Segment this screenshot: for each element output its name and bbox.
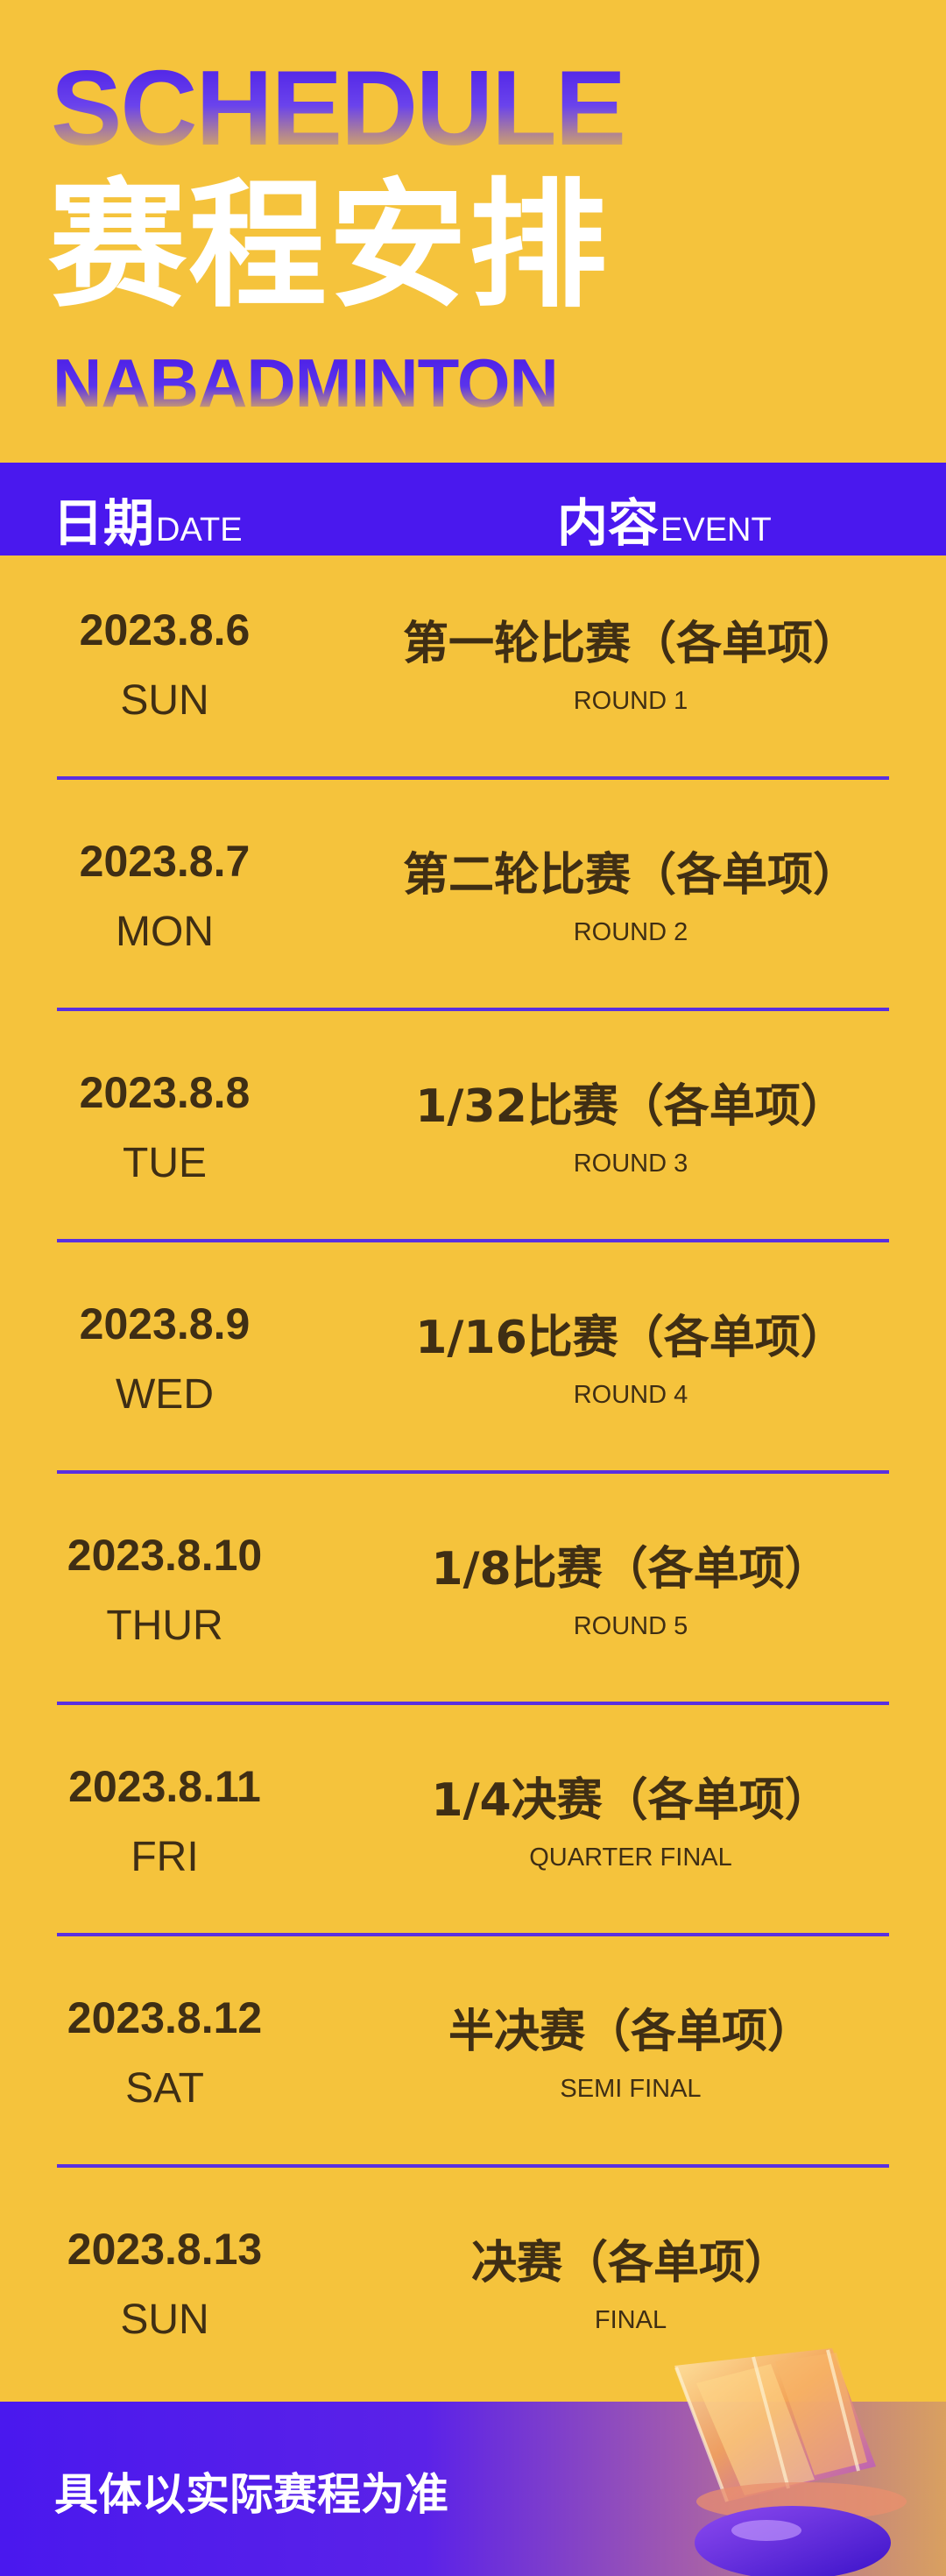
row-date: 2023.8.11 <box>68 1762 261 1811</box>
row-date: 2023.8.13 <box>67 2225 263 2274</box>
row-date: 2023.8.6 <box>79 605 251 655</box>
row-day: SAT <box>125 2065 204 2112</box>
row-event: 半决赛（各单项） <box>448 2006 813 2058</box>
row-divider <box>57 1008 889 1011</box>
row-day: TUE <box>123 1140 207 1186</box>
row-date: 2023.8.7 <box>79 837 251 886</box>
row-date: 2023.8.10 <box>67 1531 263 1580</box>
row-divider <box>57 1239 889 1242</box>
title-en: SCHEDULE <box>51 48 626 167</box>
title-cn: 赛程安排 <box>48 166 609 327</box>
row-divider <box>57 776 889 780</box>
row-event: 决赛（各单项） <box>470 2237 790 2289</box>
row-round: QUARTER FINAL <box>529 1844 732 1872</box>
row-event: 第二轮比赛（各单项） <box>402 849 858 902</box>
shuttlecock-icon <box>674 2348 907 2576</box>
date-column-header: 日期DATE <box>53 482 243 556</box>
row-round: ROUND 2 <box>573 918 688 946</box>
row-divider <box>57 1702 889 1705</box>
event-column-header: 内容EVENT <box>557 482 772 556</box>
row-date: 2023.8.12 <box>67 1993 263 2042</box>
schedule-row: 2023.8.6 SUN 第一轮比赛（各单项） ROUND 1 <box>0 556 946 787</box>
schedule-row: 2023.8.11 FRI 1/4决赛（各单项） QUARTER FINAL <box>0 1712 946 1943</box>
row-day: MON <box>116 909 214 955</box>
schedule-row: 2023.8.9 WED 1/16比赛（各单项） ROUND 4 <box>0 1249 946 1481</box>
brand-name: NABADMINTON <box>53 344 559 421</box>
schedule-row: 2023.8.10 THUR 1/8比赛（各单项） ROUND 5 <box>0 1481 946 1712</box>
footer-note: 具体以实际赛程为准 <box>54 2469 448 2520</box>
row-day: THUR <box>106 1603 223 1649</box>
schedule-row: 2023.8.8 TUE 1/32比赛（各单项） ROUND 3 <box>0 1018 946 1249</box>
row-event: 第一轮比赛（各单项） <box>402 618 858 670</box>
row-day: FRI <box>131 1834 199 1880</box>
row-event: 1/16比赛（各单项） <box>415 1312 846 1364</box>
row-event: 1/32比赛（各单项） <box>415 1080 846 1133</box>
row-day: SUN <box>120 677 209 724</box>
row-day: SUN <box>120 2296 209 2343</box>
row-event: 1/4决赛（各单项） <box>431 1774 830 1827</box>
schedule-row: 2023.8.12 SAT 半决赛（各单项） SEMI FINAL <box>0 1943 946 2175</box>
row-day: WED <box>116 1371 214 1418</box>
header: SCHEDULE 赛程安排 NABADMINTON <box>0 0 946 460</box>
event-header-en: EVENT <box>660 512 772 548</box>
row-divider <box>57 1933 889 1936</box>
row-event: 1/8比赛（各单项） <box>431 1543 830 1596</box>
schedule-row: 2023.8.7 MON 第二轮比赛（各单项） ROUND 2 <box>0 787 946 1018</box>
row-divider <box>57 2164 889 2168</box>
row-round: ROUND 4 <box>573 1381 688 1409</box>
row-divider <box>57 1470 889 1474</box>
event-header-cn: 内容 <box>557 493 660 553</box>
row-round: ROUND 1 <box>573 687 688 715</box>
row-date: 2023.8.9 <box>79 1299 251 1348</box>
column-header-bar: 日期DATE 内容EVENT <box>0 463 946 556</box>
date-header-en: DATE <box>156 512 243 548</box>
row-round: SEMI FINAL <box>560 2075 702 2103</box>
date-header-cn: 日期 <box>53 493 155 553</box>
row-round: ROUND 5 <box>573 1612 688 1640</box>
row-round: ROUND 3 <box>573 1150 688 1178</box>
row-date: 2023.8.8 <box>79 1068 251 1117</box>
